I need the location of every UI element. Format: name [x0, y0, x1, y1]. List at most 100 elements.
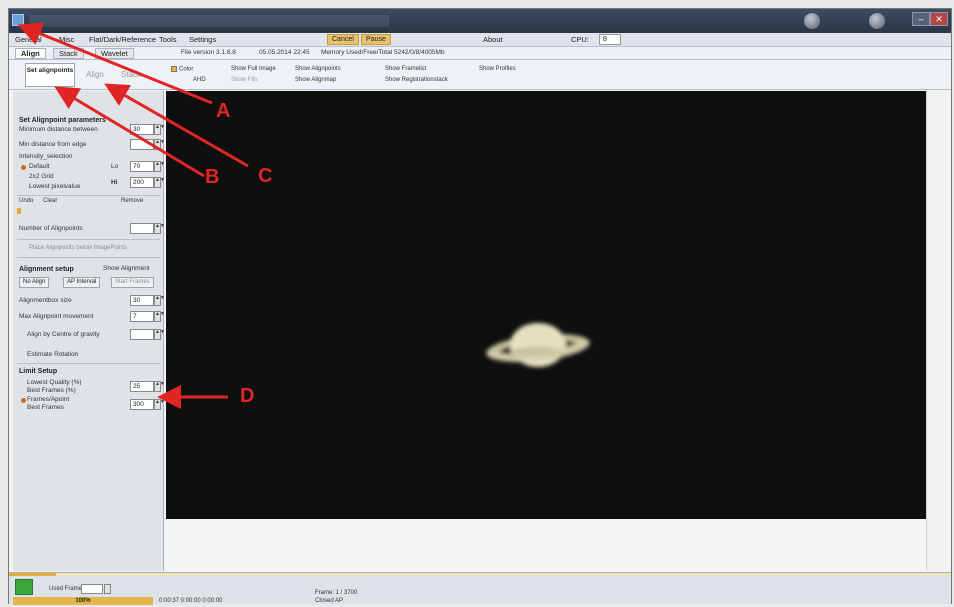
frame-counter: Frame: 1 / 3700: [315, 590, 358, 596]
color-checkbox[interactable]: Color: [171, 66, 193, 73]
status-message: Closed AP: [315, 598, 344, 604]
lo-value-input[interactable]: 70: [130, 161, 154, 172]
menu-flat-dark-reference[interactable]: Flat/Dark/Reference: [89, 35, 156, 44]
alignbox-size-input[interactable]: 30: [130, 295, 154, 306]
app-icon: [12, 14, 24, 26]
no-align-button[interactable]: No Align: [19, 277, 50, 288]
status-bar: Used Frame 100% 0:00:37 0:00:00 0:00:00 …: [9, 572, 951, 605]
alignment-settings-panel: Set Alignpoint parameters Minimum distan…: [13, 91, 165, 571]
min-distance-input[interactable]: 30: [130, 124, 154, 135]
ahd-option[interactable]: AHD: [193, 77, 206, 83]
hi-value-spinner[interactable]: ▲▼: [154, 177, 165, 188]
start-frames-button[interactable]: Start Frames: [111, 277, 154, 288]
align-button[interactable]: Align: [81, 63, 109, 87]
menu-tools[interactable]: Tools: [159, 35, 177, 44]
remove-button[interactable]: Remove: [121, 198, 143, 204]
menu-settings[interactable]: Settings: [189, 35, 216, 44]
show-full-image-option[interactable]: Show Full Image: [231, 66, 276, 72]
stack-button[interactable]: Stack: [113, 63, 149, 87]
frames-apoint-spinner[interactable]: ▲▼: [154, 399, 165, 410]
place-alignpoints-option[interactable]: Place Alignpoints below ImagePoints: [29, 245, 127, 251]
intensity-label: Intensity_selection: [19, 153, 73, 160]
tab-bar: Align Stack Wavelet File version 3.1.6.8…: [9, 47, 951, 60]
default-lo-label: Lo: [111, 163, 119, 170]
memory-info: Memory Used/Free/Total 5242/0/8/4005Mb: [321, 49, 445, 56]
vertical-scrollbar[interactable]: [926, 91, 946, 571]
used-frame-label: Used Frame: [49, 586, 83, 592]
show-alignment-option[interactable]: Show Alignment: [103, 265, 150, 272]
divider: [17, 195, 160, 196]
align-gravity-input[interactable]: [130, 329, 154, 340]
default-option[interactable]: Default: [29, 163, 50, 170]
decorative-orb-icon: [869, 13, 885, 29]
tab-wavelet[interactable]: Wavelet: [95, 48, 134, 59]
divider: [17, 363, 160, 364]
min-edge-spinner[interactable]: ▲▼: [154, 139, 165, 150]
cpu-select[interactable]: 8: [599, 34, 621, 45]
max-movement-input[interactable]: 7: [130, 311, 154, 322]
color-label: Color: [179, 66, 194, 73]
num-alignpoints-input[interactable]: [130, 223, 154, 234]
progress-track: [9, 573, 951, 576]
max-movement-spinner[interactable]: ▲▼: [154, 311, 165, 322]
clear-button[interactable]: Clear: [43, 198, 57, 204]
tab-align[interactable]: Align: [15, 48, 46, 59]
used-frame-input[interactable]: [81, 584, 103, 594]
minimize-button[interactable]: –: [912, 12, 930, 26]
radio-selected-icon[interactable]: [21, 398, 26, 403]
set-ap-title: Set Alignpoint parameters: [19, 117, 106, 124]
menu-about[interactable]: About: [483, 35, 503, 44]
max-movement-label: Max Alignpoint movement: [19, 313, 94, 320]
show-registrationstack-option[interactable]: Show Registrationstack: [385, 77, 448, 83]
window-title: [29, 15, 389, 27]
menu-general[interactable]: General: [15, 35, 42, 44]
num-alignpoints-label: Number of Alignpoints: [19, 225, 83, 232]
lowest-pixelvalue-option[interactable]: Lowest pixelvalue: [29, 183, 80, 190]
frames-apoint-input[interactable]: 300: [130, 399, 154, 410]
show-alignmap-option[interactable]: Show Alignmap: [295, 77, 336, 83]
align-gravity-spinner[interactable]: ▲▼: [154, 329, 165, 340]
tab-stack[interactable]: Stack: [53, 48, 84, 59]
min-distance-label: Minimum distance between: [19, 126, 98, 133]
ribbon-toolbar: Set alignpoints Align Stack Color AHD Sh…: [9, 60, 951, 90]
lowest-quality-spinner[interactable]: ▲▼: [154, 381, 165, 392]
hi-value-input[interactable]: 200: [130, 177, 154, 188]
limit-setup-title: Limit Setup: [19, 368, 58, 375]
radio-selected-icon[interactable]: [21, 165, 26, 170]
undo-button[interactable]: Undo: [19, 198, 33, 204]
menu-bar: General Misc Flat/Dark/Reference Tools S…: [9, 33, 951, 47]
lowest-quality-label: Lowest Quality (%): [27, 379, 82, 386]
best-frames-pct-option[interactable]: Best Frames (%): [27, 387, 76, 394]
show-alignpoints-option[interactable]: Show Alignpoints: [295, 66, 341, 72]
divider: [17, 239, 160, 240]
close-button[interactable]: ✕: [930, 12, 948, 26]
ap-interval-button[interactable]: AP Interval: [63, 277, 101, 288]
alignbox-size-spinner[interactable]: ▲▼: [154, 295, 165, 306]
file-date: 05.05.2014 22:45: [259, 49, 310, 56]
progress-fill: [9, 573, 57, 576]
best-frames-option[interactable]: Best Frames: [27, 404, 64, 411]
used-frame-spinner[interactable]: [104, 584, 111, 594]
show-framelist-option[interactable]: Show Framelist: [385, 66, 426, 72]
show-profiles-option[interactable]: Show Profiles: [479, 66, 516, 72]
file-version: File version 3.1.6.8: [181, 49, 236, 56]
progress-percent: 100%: [13, 597, 153, 605]
frames-apoint-option[interactable]: Frames/Apoint: [27, 396, 69, 403]
lowest-quality-input[interactable]: 25: [130, 381, 154, 392]
set-alignpoints-button[interactable]: Set alignpoints: [25, 63, 75, 87]
min-edge-input[interactable]: [130, 139, 154, 150]
pause-button[interactable]: Pause: [361, 34, 391, 45]
estimate-rotation-option[interactable]: Estimate Rotation: [27, 351, 78, 358]
grid-2x2-option[interactable]: 2x2 Grid: [29, 173, 54, 180]
show-fits-option[interactable]: Show Fits: [231, 77, 257, 83]
menu-misc[interactable]: Misc: [59, 35, 74, 44]
cancel-button[interactable]: Cancel: [327, 34, 359, 45]
image-viewer[interactable]: [166, 91, 926, 519]
status-indicator: [15, 579, 33, 595]
min-distance-spinner[interactable]: ▲▼: [154, 124, 165, 135]
title-bar: – ✕: [9, 9, 951, 33]
num-alignpoints-spinner[interactable]: ▲▼: [154, 223, 165, 234]
lo-value-spinner[interactable]: ▲▼: [154, 161, 165, 172]
alignment-setup-title: Alignment setup: [19, 266, 74, 273]
align-gravity-label: Align by Centre of gravity: [27, 331, 100, 338]
